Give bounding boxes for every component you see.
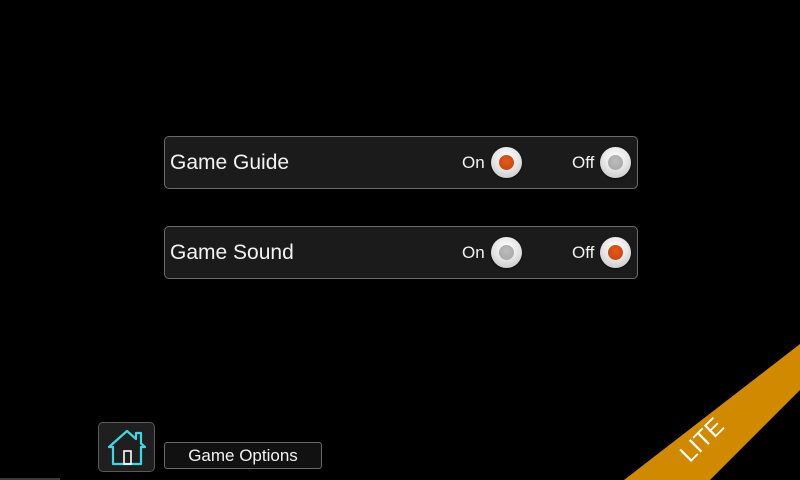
game-options-screen: Game Guide On Off Game Sound On Off Game… — [0, 0, 800, 480]
lite-badge-text: LITE — [675, 413, 730, 468]
game-guide-on-radio[interactable] — [490, 147, 522, 178]
game-guide-on-label: On — [462, 152, 485, 172]
radio-dot-unselected — [498, 245, 514, 260]
game-sound-off-label: Off — [572, 242, 595, 262]
game-guide-off-radio[interactable] — [600, 147, 632, 178]
game-guide-off-label: Off — [572, 152, 595, 172]
game-guide-row: Game Guide On Off — [164, 136, 638, 189]
home-icon — [107, 429, 146, 466]
screen-title: Game Options — [164, 442, 322, 469]
game-sound-off-option[interactable]: Off — [572, 227, 632, 278]
game-sound-label: Game Sound — [170, 240, 294, 264]
radio-dot-selected — [498, 155, 514, 170]
game-guide-on-option[interactable]: On — [462, 137, 522, 188]
game-guide-off-option[interactable]: Off — [572, 137, 632, 188]
radio-dot-selected — [608, 245, 624, 260]
game-sound-row: Game Sound On Off — [164, 226, 638, 279]
game-sound-on-radio[interactable] — [490, 237, 522, 268]
radio-dot-unselected — [608, 155, 624, 170]
game-guide-label: Game Guide — [170, 150, 290, 174]
game-sound-on-label: On — [462, 242, 485, 262]
game-sound-off-radio[interactable] — [600, 237, 632, 268]
home-button[interactable] — [98, 422, 155, 472]
game-sound-on-option[interactable]: On — [462, 227, 522, 278]
